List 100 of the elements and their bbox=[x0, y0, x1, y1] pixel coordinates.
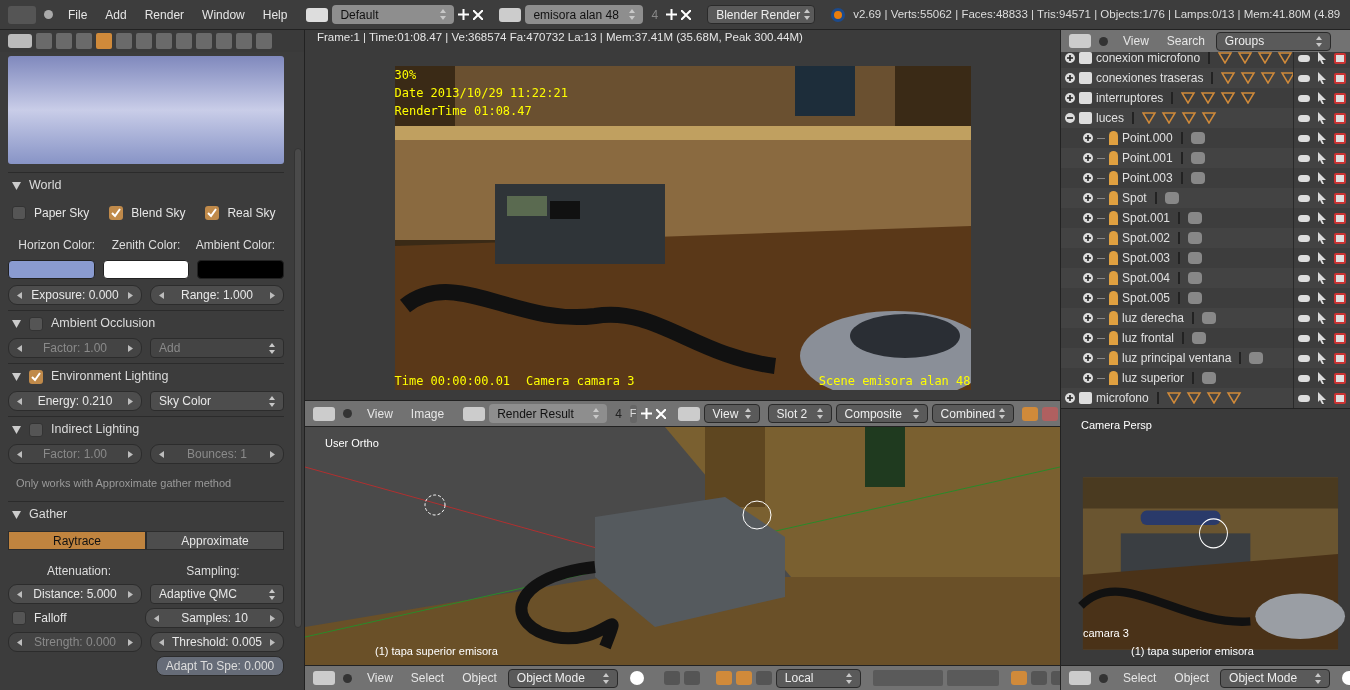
layout-field[interactable]: Default bbox=[332, 5, 455, 24]
expand-icon[interactable] bbox=[1083, 253, 1093, 263]
eye-icon[interactable] bbox=[1298, 374, 1310, 382]
cursor-icon[interactable] bbox=[1318, 52, 1326, 64]
number-field[interactable]: Exposure: 0.000 bbox=[8, 285, 142, 305]
collapse-triangle-icon[interactable] bbox=[12, 181, 21, 190]
layer-dropdown[interactable]: Composite bbox=[835, 404, 928, 423]
expand-icon[interactable] bbox=[1083, 133, 1093, 143]
camera-icon[interactable] bbox=[1334, 392, 1346, 404]
checkbox[interactable] bbox=[205, 206, 220, 220]
panel-title[interactable]: Ambient Occlusion bbox=[51, 314, 156, 333]
number-field[interactable]: Range: 1.000 bbox=[150, 285, 284, 305]
menu-item[interactable]: File bbox=[61, 5, 95, 24]
camera-icon[interactable] bbox=[1334, 72, 1346, 84]
number-field[interactable]: Energy: 0.210 bbox=[8, 391, 142, 411]
outliner-row[interactable]: luz derecha bbox=[1061, 308, 1350, 328]
cursor-icon[interactable] bbox=[1318, 92, 1326, 104]
dropdown-field[interactable]: Sky Color bbox=[150, 391, 284, 411]
expand-icon[interactable] bbox=[1083, 333, 1093, 343]
menu-item[interactable]: Select bbox=[403, 669, 452, 687]
panel-title[interactable]: World bbox=[29, 176, 62, 195]
cursor-icon[interactable] bbox=[1318, 152, 1326, 164]
expand-icon[interactable] bbox=[1083, 353, 1093, 363]
mesh-icons[interactable] bbox=[1218, 52, 1293, 64]
eye-icon[interactable] bbox=[1298, 234, 1310, 242]
eye-icon[interactable] bbox=[1298, 334, 1310, 342]
expand-icon[interactable] bbox=[1083, 293, 1093, 303]
mesh-icons[interactable] bbox=[1221, 72, 1293, 84]
expand-icon[interactable] bbox=[1083, 373, 1093, 383]
eye-icon[interactable] bbox=[1298, 314, 1310, 322]
mode-dropdown[interactable]: Object Mode bbox=[507, 668, 618, 688]
cursor-icon[interactable] bbox=[1318, 252, 1326, 264]
dropdown-field[interactable]: Adaptive QMC bbox=[150, 584, 284, 604]
checkbox[interactable] bbox=[109, 206, 124, 220]
segment-tab[interactable]: Raytrace bbox=[8, 531, 146, 550]
checkbox[interactable] bbox=[29, 422, 43, 437]
eye-icon[interactable] bbox=[1298, 54, 1310, 62]
menu-item[interactable]: View bbox=[1116, 32, 1156, 50]
menu-item[interactable]: Image bbox=[403, 404, 452, 423]
collapse-triangle-icon[interactable] bbox=[12, 372, 21, 381]
slider-field[interactable]: Adapt To Spe: 0.000 bbox=[156, 656, 284, 676]
menu-item[interactable]: Render bbox=[137, 5, 192, 24]
menu-item[interactable]: Select bbox=[1116, 669, 1164, 687]
camera-icon[interactable] bbox=[1334, 352, 1346, 364]
cursor-icon[interactable] bbox=[1318, 172, 1326, 184]
outliner-row[interactable]: Point.001 bbox=[1061, 148, 1350, 168]
outliner-row[interactable]: Spot.004 bbox=[1061, 268, 1350, 288]
eye-icon[interactable] bbox=[1298, 74, 1310, 82]
cursor-icon[interactable] bbox=[1318, 212, 1326, 224]
eye-icon[interactable] bbox=[1298, 114, 1310, 122]
expand-icon[interactable] bbox=[1083, 313, 1093, 323]
camera-icon[interactable] bbox=[1334, 312, 1346, 324]
camera-icon[interactable] bbox=[1334, 332, 1346, 344]
collapse-triangle-icon[interactable] bbox=[12, 425, 21, 434]
expand-icon[interactable] bbox=[1083, 233, 1093, 243]
eye-icon[interactable] bbox=[1298, 94, 1310, 102]
cursor-icon[interactable] bbox=[1318, 292, 1326, 304]
cursor-icon[interactable] bbox=[1318, 332, 1326, 344]
display-mode-dropdown[interactable]: Groups bbox=[1215, 31, 1331, 51]
engine-dropdown[interactable]: Blender Render bbox=[707, 5, 816, 24]
close-icon[interactable] bbox=[473, 9, 484, 20]
expand-icon[interactable] bbox=[1065, 53, 1075, 63]
menu-item[interactable]: Add bbox=[98, 5, 134, 24]
slot-dropdown[interactable]: Slot 2 bbox=[767, 404, 832, 423]
camera-icon[interactable] bbox=[1334, 92, 1346, 104]
camera-icon[interactable] bbox=[1334, 172, 1346, 184]
collapse-icon[interactable] bbox=[44, 10, 53, 19]
outliner-row[interactable]: Spot bbox=[1061, 188, 1350, 208]
checkbox[interactable] bbox=[29, 316, 43, 331]
expand-icon[interactable] bbox=[1083, 173, 1093, 183]
camera-icon[interactable] bbox=[1334, 272, 1346, 284]
add-icon[interactable] bbox=[458, 9, 470, 20]
outliner-row[interactable]: Spot.002 bbox=[1061, 228, 1350, 248]
cursor-icon[interactable] bbox=[1318, 192, 1326, 204]
cursor-icon[interactable] bbox=[1318, 392, 1326, 404]
close-icon[interactable] bbox=[655, 408, 666, 419]
eye-icon[interactable] bbox=[1298, 354, 1310, 362]
cursor-icon[interactable] bbox=[1318, 72, 1326, 84]
camera-icon[interactable] bbox=[1334, 372, 1346, 384]
expand-icon[interactable] bbox=[1065, 393, 1075, 403]
scene-field[interactable]: emisora alan 48 bbox=[525, 5, 644, 24]
camera-icon[interactable] bbox=[1334, 212, 1346, 224]
cursor-icon[interactable] bbox=[1318, 312, 1326, 324]
menu-item[interactable]: Window bbox=[195, 5, 252, 24]
camera-icon[interactable] bbox=[1334, 152, 1346, 164]
expand-icon[interactable] bbox=[1065, 73, 1075, 83]
add-icon[interactable] bbox=[640, 408, 652, 419]
camera-icon[interactable] bbox=[1334, 52, 1346, 64]
menu-item[interactable]: Object bbox=[455, 669, 504, 687]
camera-icon[interactable] bbox=[1334, 132, 1346, 144]
panel-title[interactable]: Environment Lighting bbox=[51, 367, 169, 386]
mode-dropdown[interactable]: Object Mode bbox=[1220, 668, 1331, 688]
camera-icon[interactable] bbox=[1334, 192, 1346, 204]
panel-title[interactable]: Gather bbox=[29, 505, 68, 524]
checkbox[interactable] bbox=[12, 206, 26, 220]
color-swatch[interactable] bbox=[197, 260, 284, 279]
cursor-icon[interactable] bbox=[1318, 352, 1326, 364]
orientation-dropdown[interactable]: Local bbox=[775, 668, 861, 688]
fake-user-button[interactable]: F bbox=[629, 404, 637, 423]
segment-tab[interactable]: Approximate bbox=[146, 531, 284, 550]
